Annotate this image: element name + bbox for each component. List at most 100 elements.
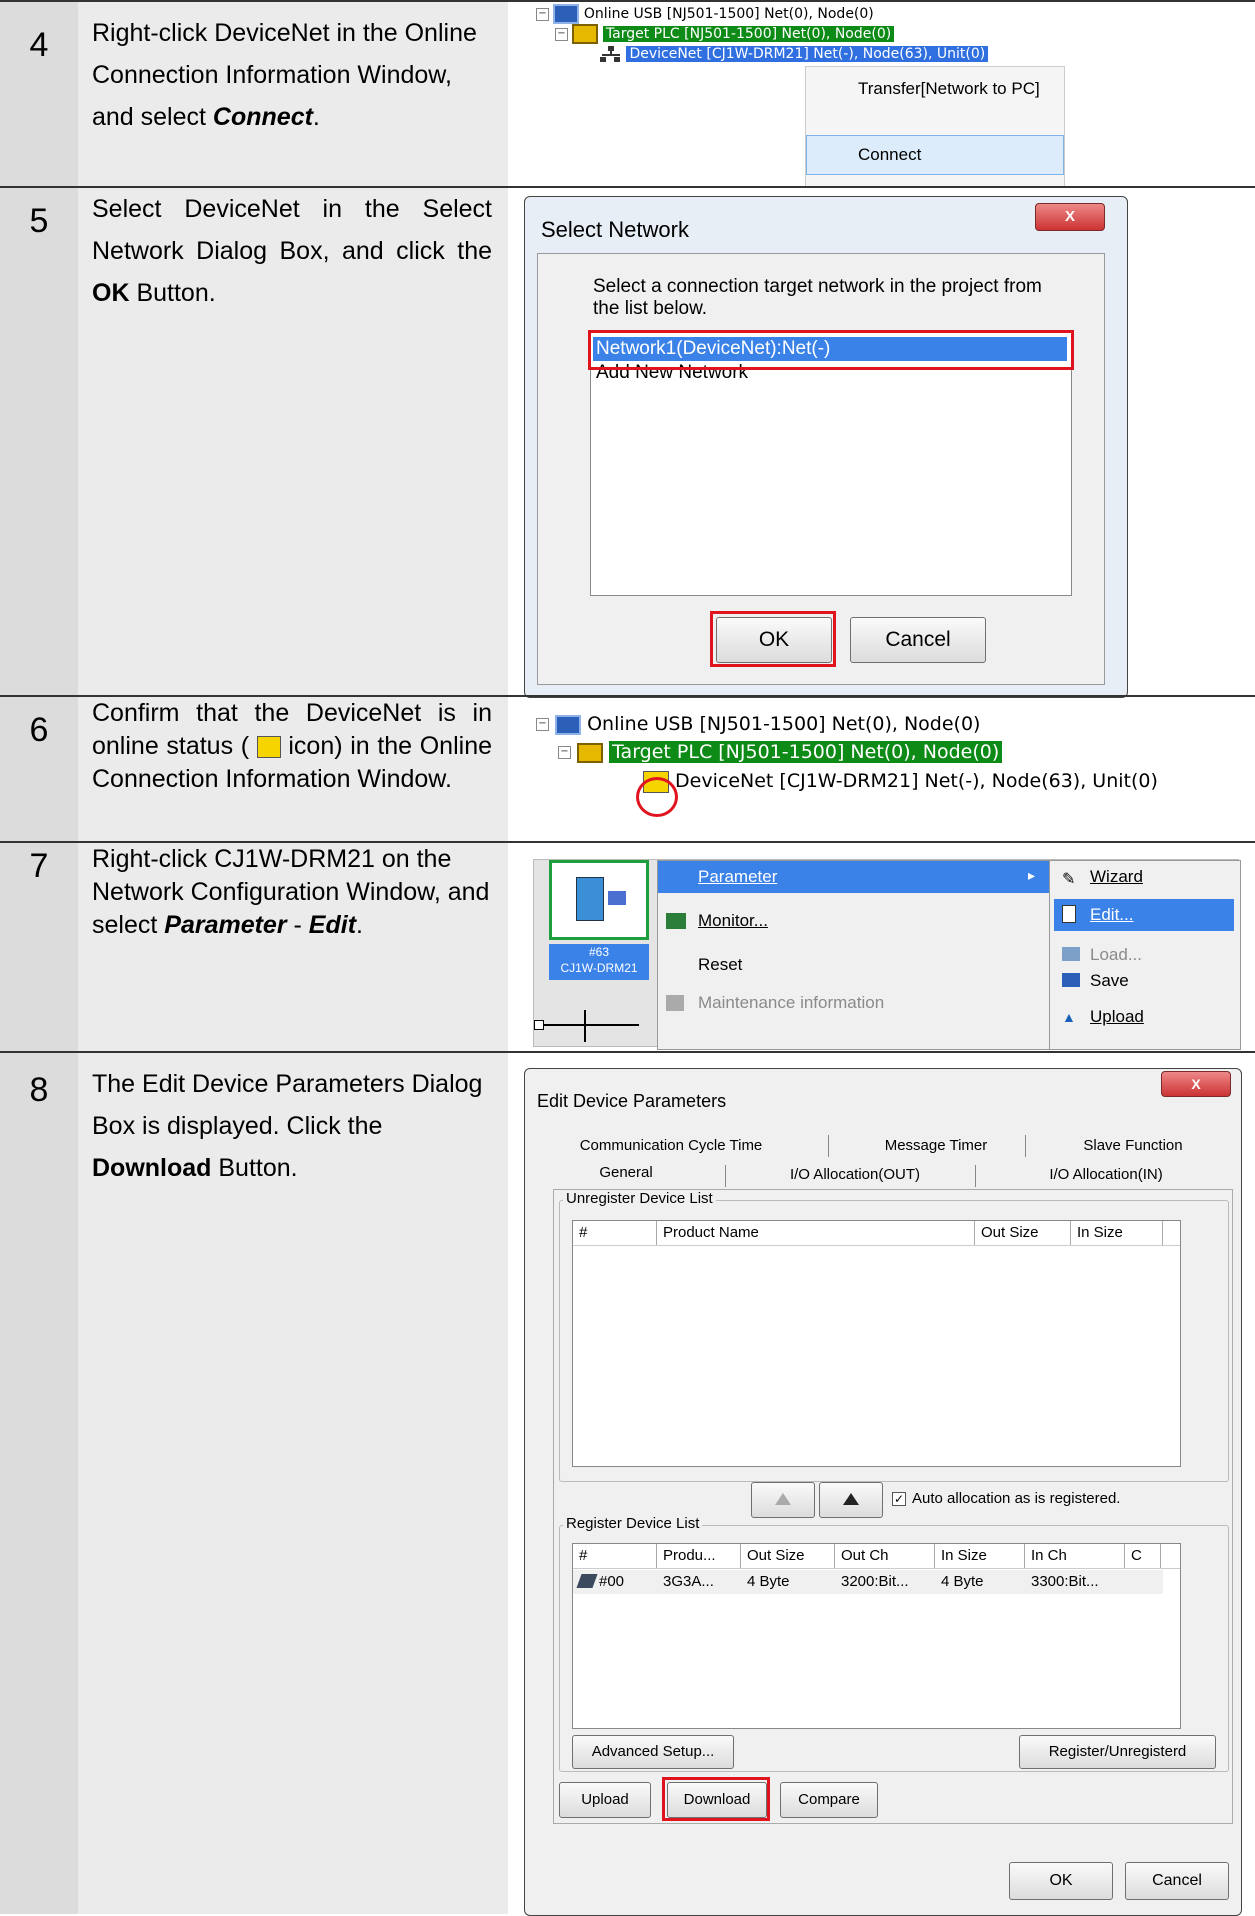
step-description: Right-click CJ1W-DRM21 on the Network Co… [92,843,492,942]
desc-text: The Edit Device Parameters Dialog Box is… [92,1070,483,1140]
advanced-setup-button[interactable]: Advanced Setup... [572,1735,734,1769]
cell-number: #00 [599,1573,625,1590]
highlight-outline [588,330,1074,370]
step-number: 8 [29,1071,49,1109]
move-down-button[interactable] [819,1482,883,1518]
col-product[interactable]: Produ... [657,1544,741,1568]
unregister-group-title: Unregister Device List [563,1190,716,1207]
tree-root-label: Online USB [NJ501-1500] Net(0), Node(0) [587,713,981,735]
move-up-button[interactable] [751,1482,815,1518]
tree-device[interactable]: DeviceNet [CJ1W-DRM21] Net(-), Node(63),… [643,770,1158,793]
tree-plc[interactable]: − Target PLC [NJ501-1500] Net(0), Node(0… [558,741,1003,763]
auto-allocation-label: Auto allocation as is registered. [912,1490,1121,1507]
menu-load: Load... [1090,945,1142,964]
edit-device-parameters-dialog: Edit Device Parameters X Communication C… [524,1068,1242,1916]
collapse-icon[interactable]: − [555,27,568,41]
tree-device-label: DeviceNet [CJ1W-DRM21] Net(-), Node(63),… [675,770,1158,792]
tab-slave-function[interactable]: Slave Function [1033,1137,1233,1154]
monitor-icon [666,913,686,929]
menu-monitor[interactable]: Monitor... [698,911,768,931]
desc-text: Button. [129,279,216,307]
collapse-icon[interactable]: − [536,7,549,21]
register-group-title: Register Device List [563,1515,703,1532]
dialog-instruction: Select a connection target network in th… [593,276,1042,319]
plc-icon [577,742,604,763]
bus-line [584,1010,586,1042]
collapse-icon[interactable]: − [558,746,571,759]
tree-device[interactable]: DeviceNet [CJ1W-DRM21] Net(-), Node(63),… [600,45,989,63]
col-out-ch[interactable]: Out Ch [835,1544,935,1568]
compare-button[interactable]: Compare [780,1782,878,1818]
context-menu: Parameter ▸ Monitor... Reset Maintenance… [657,860,1051,1050]
step-description: Confirm that the DeviceNet is in online … [92,697,492,796]
step-text-cell: Right-click DeviceNet in the Online Conn… [78,2,508,186]
close-button[interactable]: X [1161,1071,1231,1097]
device-label[interactable]: #63 CJ1W-DRM21 [549,944,649,980]
submenu-arrow-icon: ▸ [1028,867,1036,883]
col-in-size[interactable]: In Size [1071,1221,1163,1245]
step-description: The Edit Device Parameters Dialog Box is… [92,1063,492,1189]
menu-edit[interactable]: Edit... [1090,905,1133,925]
cancel-button[interactable]: Cancel [1125,1862,1229,1900]
cancel-button[interactable]: Cancel [850,617,986,663]
col-out-size[interactable]: Out Size [741,1544,835,1568]
step-6-row: 6 Confirm that the DeviceNet is in onlin… [0,695,1255,841]
edit-icon [1062,905,1076,923]
col-out-size[interactable]: Out Size [975,1221,1071,1245]
table-row[interactable]: #00 3G3A... 4 Byte 3200:Bit... 4 Byte 33… [573,1570,1163,1594]
step-number-cell: 5 [0,188,78,695]
register-unregister-button[interactable]: Register/Unregisterd [1019,1735,1216,1769]
menu-wizard[interactable]: Wizard [1090,867,1143,887]
col-in-ch[interactable]: In Ch [1025,1544,1125,1568]
step-number-cell: 7 [0,843,78,1051]
menu-connect[interactable]: Connect [858,145,921,165]
tab-communication-cycle-time[interactable]: Communication Cycle Time [551,1137,791,1154]
auto-allocation-checkbox[interactable]: ✓ [892,1492,906,1506]
col-product-name[interactable]: Product Name [657,1221,975,1245]
ok-button[interactable]: OK [1009,1862,1113,1900]
tab-divider [1025,1135,1026,1157]
desc-emphasis: OK [92,279,130,307]
col-in-size[interactable]: In Size [935,1544,1025,1568]
desc-text: . [312,103,320,131]
computer-icon [553,4,580,24]
device-node[interactable] [549,860,649,940]
tab-divider [975,1165,976,1187]
menu-reset[interactable]: Reset [698,955,742,975]
col-c[interactable]: C [1125,1544,1161,1568]
register-device-list[interactable]: # Produ... Out Size Out Ch In Size In Ch… [572,1543,1181,1729]
device-module-icon [576,877,604,921]
menu-save[interactable]: Save [1090,971,1129,991]
arrow-up-icon [775,1493,791,1505]
device-node-number: #63 [588,945,610,959]
device-icon [576,1574,598,1588]
cell-in-size: 4 Byte [941,1573,984,1590]
tree-plc[interactable]: − Target PLC [NJ501-1500] Net(0), Node(0… [555,24,895,44]
desc-emphasis: Download [92,1154,212,1182]
unregister-device-list[interactable]: # Product Name Out Size In Size [572,1220,1181,1467]
list-header: # Product Name Out Size In Size [573,1221,1180,1246]
step-number-cell: 6 [0,697,78,841]
highlight-circle [636,777,678,817]
highlight-outline [662,1777,770,1821]
cell-product: 3G3A... [663,1573,714,1590]
tab-message-timer[interactable]: Message Timer [831,1137,1041,1154]
tab-io-allocation-in[interactable]: I/O Allocation(IN) [981,1166,1231,1183]
maintenance-icon [666,995,684,1011]
menu-upload[interactable]: Upload [1090,1007,1144,1027]
collapse-icon[interactable]: − [536,718,549,731]
tree-root[interactable]: − Online USB [NJ501-1500] Net(0), Node(0… [536,713,980,735]
tree-root[interactable]: − Online USB [NJ501-1500] Net(0), Node(0… [536,4,874,24]
step-number: 6 [29,711,49,749]
tab-general[interactable]: General [551,1164,701,1181]
close-button[interactable]: X [1035,203,1105,231]
menu-parameter[interactable]: Parameter [698,867,777,887]
col-number[interactable]: # [573,1221,657,1245]
tab-io-allocation-out[interactable]: I/O Allocation(OUT) [735,1166,975,1183]
menu-transfer[interactable]: Transfer[Network to PC] [858,79,1040,99]
network-list[interactable]: Network1(DeviceNet):Net(-) Add New Netwo… [590,332,1072,596]
wizard-icon: ✎ [1062,871,1076,888]
col-number[interactable]: # [573,1544,657,1568]
upload-button[interactable]: Upload [559,1782,651,1818]
save-icon [1062,973,1080,987]
